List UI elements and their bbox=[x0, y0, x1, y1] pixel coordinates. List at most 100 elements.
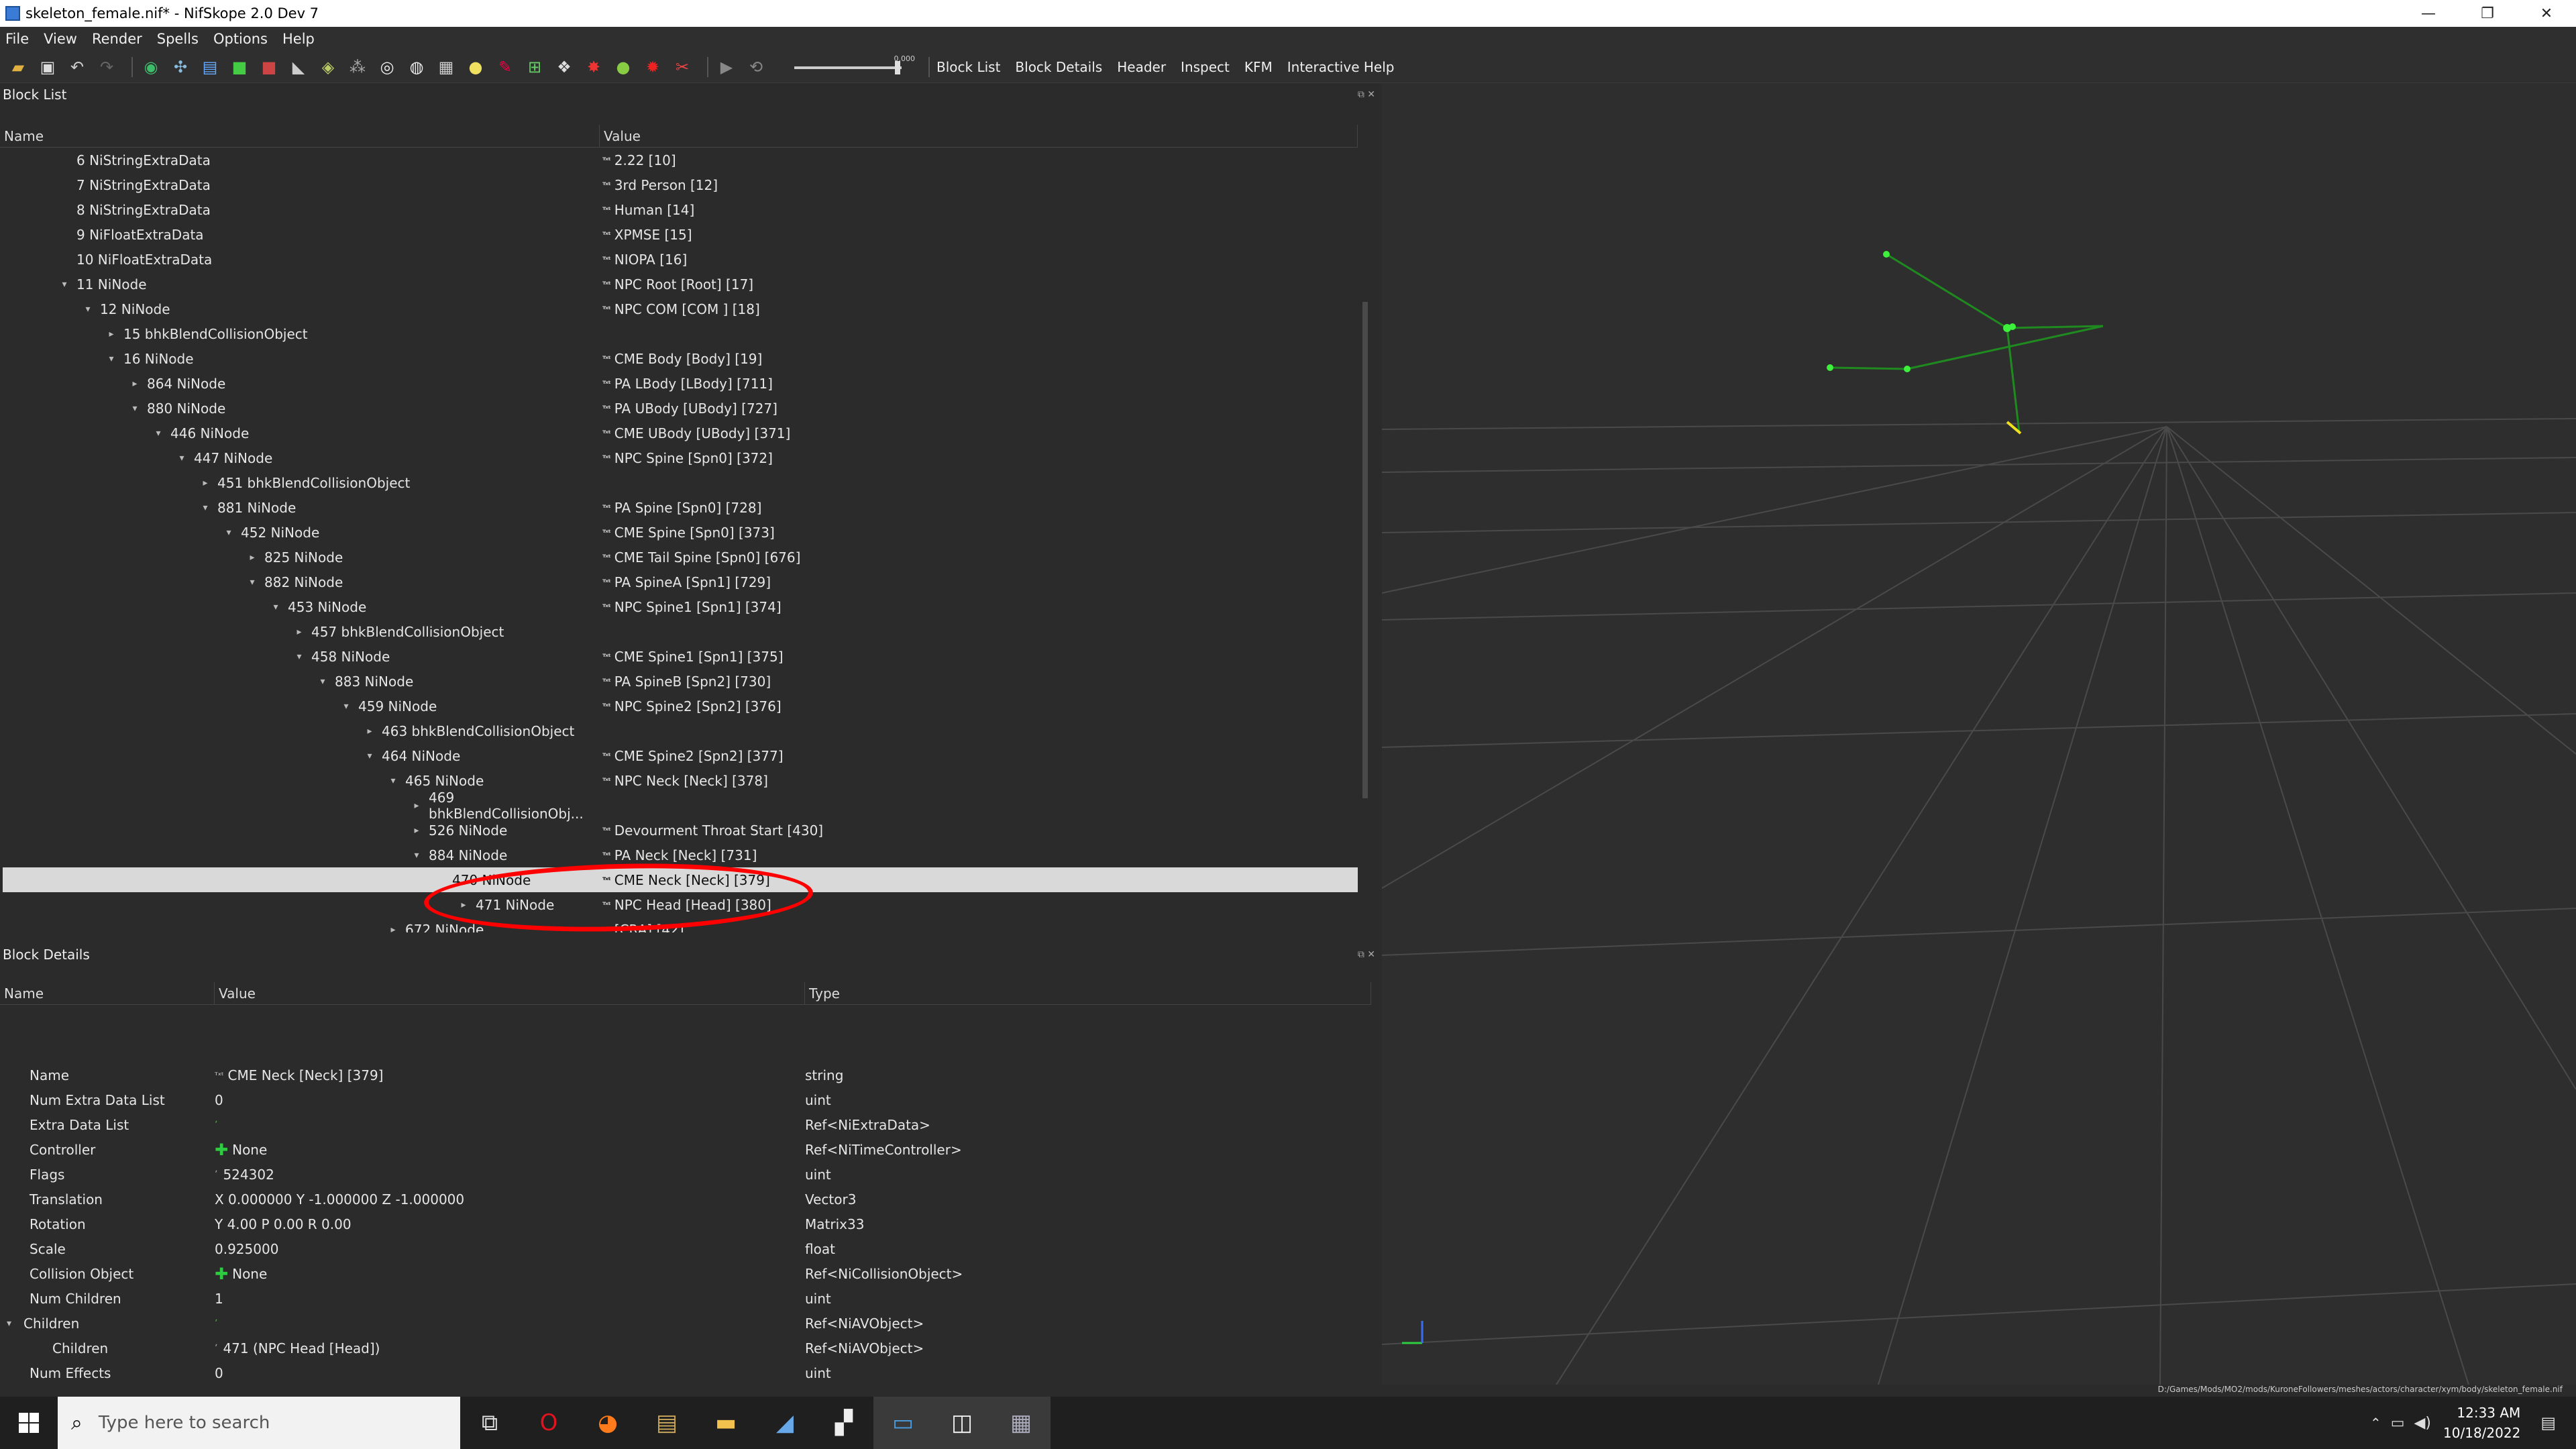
notifications-icon[interactable]: ▤ bbox=[2540, 1413, 2556, 1432]
play-icon[interactable]: ▶ bbox=[715, 56, 738, 78]
menu-file[interactable]: File bbox=[5, 31, 29, 47]
expand-arrow-icon[interactable]: ▸ bbox=[200, 478, 211, 488]
expand-arrow-icon[interactable]: ▸ bbox=[106, 329, 117, 339]
collapse-arrow-icon[interactable]: ▾ bbox=[247, 577, 258, 588]
block-list-row[interactable]: 7 NiStringExtraData ᵀˣᵗ 3rd Person [12] bbox=[3, 172, 1358, 197]
animation-time-slider[interactable]: 0.000 bbox=[794, 54, 915, 77]
scrollbar-thumb[interactable] bbox=[1362, 302, 1368, 798]
show-markers-icon[interactable]: ◍ bbox=[405, 56, 428, 78]
expand-arrow-icon[interactable]: ▸ bbox=[294, 627, 305, 637]
block-list-row[interactable]: 6 NiStringExtraData ᵀˣᵗ 2.22 [10] bbox=[3, 148, 1358, 172]
detail-row[interactable]: Rotation Y 4.00 P 0.00 R 0.00 Matrix33 bbox=[3, 1212, 1371, 1236]
select-object-icon[interactable]: ◉ bbox=[140, 56, 162, 78]
open-file-icon[interactable]: ▰ bbox=[7, 56, 30, 78]
show-nodes-icon[interactable]: ⁂ bbox=[346, 56, 369, 78]
collapse-arrow-icon[interactable]: ▾ bbox=[411, 850, 422, 861]
collapse-arrow-icon[interactable]: ▾ bbox=[341, 701, 352, 712]
block-list-row[interactable]: ▾ 458 NiNode ᵀˣᵗ CME Spine1 [Spn1] [375] bbox=[3, 644, 1358, 669]
nifskope-taskbar-icon[interactable]: ▦ bbox=[991, 1397, 1051, 1449]
block-list-row[interactable]: ▸ 526 NiNode ᵀˣᵗ Devourment Throat Start [4… bbox=[3, 818, 1358, 843]
header-toggle[interactable]: Header bbox=[1117, 59, 1166, 75]
specular-icon[interactable]: ✹ bbox=[641, 56, 664, 78]
detail-row[interactable]: Name ᵀˣᵗ CME Neck [Neck] [379] string bbox=[3, 1063, 1371, 1087]
menu-render[interactable]: Render bbox=[92, 31, 142, 47]
block-list-row[interactable]: ▸ 451 bhkBlendCollisionObject bbox=[3, 470, 1358, 495]
textures-icon[interactable]: ✸ bbox=[582, 56, 605, 78]
detail-value-cell[interactable]: 0.925000 bbox=[215, 1236, 805, 1261]
restore-button[interactable]: ❐ bbox=[2458, 0, 2517, 27]
block-list-row[interactable]: ▸ 825 NiNode ᵀˣᵗ CME Tail Spine [Spn0] [676… bbox=[3, 545, 1358, 570]
column-name[interactable]: Name bbox=[0, 982, 215, 1004]
block-list-row[interactable]: 8 NiStringExtraData ᵀˣᵗ Human [14] bbox=[3, 197, 1358, 222]
block-list-row[interactable]: ▾ 881 NiNode ᵀˣᵗ PA Spine [Spn0] [728] bbox=[3, 495, 1358, 520]
column-value[interactable]: Value bbox=[600, 125, 1358, 147]
axes-icon[interactable]: ⊞ bbox=[523, 56, 546, 78]
save-icon[interactable]: ▣ bbox=[36, 56, 59, 78]
view-perspective-icon[interactable]: ◈ bbox=[317, 56, 339, 78]
collapse-arrow-icon[interactable]: ▾ bbox=[7, 1318, 11, 1329]
vertex-colors-icon[interactable]: ● bbox=[612, 56, 635, 78]
block-list-row[interactable]: ▸ 469 bhkBlendCollisionObj... bbox=[3, 790, 1358, 822]
block-list-row[interactable]: ▾ 883 NiNode ᵀˣᵗ PA SpineB [Spn2] [730] bbox=[3, 669, 1358, 694]
detail-value-cell[interactable]: ʼ 524302 bbox=[215, 1162, 805, 1187]
interactive-help-toggle[interactable]: Interactive Help bbox=[1287, 59, 1395, 75]
app-icon[interactable]: ◫ bbox=[932, 1397, 991, 1449]
clock[interactable]: 12:33 AM 10/18/2022 bbox=[2443, 1403, 2520, 1443]
detail-value-cell[interactable]: ✚ None bbox=[215, 1137, 805, 1162]
detail-value-cell[interactable]: 0 bbox=[215, 1087, 805, 1112]
show-havok-icon[interactable]: ▦ bbox=[435, 56, 458, 78]
block-details-toggle[interactable]: Block Details bbox=[1015, 59, 1102, 75]
block-list-row[interactable]: ▾ 453 NiNode ᵀˣᵗ NPC Spine1 [Spn1] [374] bbox=[3, 594, 1358, 619]
dock-float-icon[interactable]: ⧉ ✕ bbox=[1358, 949, 1375, 960]
minimize-button[interactable]: — bbox=[2399, 0, 2458, 27]
expand-arrow-icon[interactable]: ▸ bbox=[388, 924, 398, 933]
select-vertex-icon[interactable]: ✣ bbox=[169, 56, 192, 78]
menu-spells[interactable]: Spells bbox=[157, 31, 199, 47]
clapper-icon[interactable]: ▞ bbox=[814, 1397, 873, 1449]
detail-row[interactable]: Num Extra Data List 0 uint bbox=[3, 1087, 1371, 1112]
expand-arrow-icon[interactable]: ▸ bbox=[411, 825, 422, 836]
block-list-row[interactable]: ▸ 864 NiNode ᵀˣᵗ PA LBody [LBody] [711] bbox=[3, 371, 1358, 396]
menu-options[interactable]: Options bbox=[213, 31, 268, 47]
block-list-row[interactable]: ▾ 882 NiNode ᵀˣᵗ PA SpineA [Spn1] [729] bbox=[3, 570, 1358, 594]
loop-icon[interactable]: ⟲ bbox=[745, 56, 767, 78]
column-value[interactable]: Value bbox=[215, 982, 805, 1004]
expand-arrow-icon[interactable]: ▸ bbox=[129, 378, 140, 389]
block-list-row[interactable]: ▾ 459 NiNode ᵀˣᵗ NPC Spine2 [Spn2] [376] bbox=[3, 694, 1358, 718]
menu-help[interactable]: Help bbox=[282, 31, 315, 47]
block-list-row[interactable]: ▾ 11 NiNode ᵀˣᵗ NPC Root [Root] [17] bbox=[3, 272, 1358, 297]
detail-value-cell[interactable]: ʼ bbox=[215, 1112, 805, 1137]
view-top-icon[interactable]: ▤ bbox=[199, 56, 221, 78]
expand-arrow-icon[interactable]: ▸ bbox=[411, 800, 422, 811]
collapse-arrow-icon[interactable]: ▾ bbox=[223, 527, 234, 538]
collapse-arrow-icon[interactable]: ▾ bbox=[83, 304, 93, 315]
skeleton-joints[interactable] bbox=[1827, 251, 2016, 372]
detail-row[interactable]: Collision Object ✚ None Ref<NiCollisionObje… bbox=[3, 1261, 1371, 1286]
view-side-icon[interactable]: ■ bbox=[258, 56, 280, 78]
firefox-icon[interactable]: ◕ bbox=[578, 1397, 637, 1449]
collapse-arrow-icon[interactable]: ▾ bbox=[59, 279, 70, 290]
expand-arrow-icon[interactable]: ▸ bbox=[247, 552, 258, 563]
notepad-icon[interactable]: ▤ bbox=[637, 1397, 696, 1449]
block-list-row[interactable]: ▾ 447 NiNode ᵀˣᵗ NPC Spine [Spn0] [372] bbox=[3, 445, 1358, 470]
redo-icon[interactable]: ↷ bbox=[95, 56, 118, 78]
opera-icon[interactable]: O bbox=[519, 1397, 578, 1449]
view-front-icon[interactable]: ■ bbox=[228, 56, 251, 78]
constraints-icon[interactable]: ❖ bbox=[553, 56, 576, 78]
collapse-arrow-icon[interactable]: ▾ bbox=[200, 502, 211, 513]
collapse-arrow-icon[interactable]: ▾ bbox=[176, 453, 187, 464]
detail-value-cell[interactable]: ʼ bbox=[215, 1311, 805, 1336]
mod-organizer-icon[interactable]: ▭ bbox=[873, 1397, 932, 1449]
detail-row[interactable]: ▾ Children ʼ Ref<NiAVObject> bbox=[3, 1311, 1371, 1336]
collapse-arrow-icon[interactable]: ▾ bbox=[364, 751, 375, 761]
network-icon[interactable]: ▭ bbox=[2391, 1415, 2405, 1432]
block-list-row[interactable]: ▾ 12 NiNode ᵀˣᵗ NPC COM [COM ] [18] bbox=[3, 297, 1358, 321]
undo-icon[interactable]: ↶ bbox=[66, 56, 89, 78]
detail-value-cell[interactable]: ᵀˣᵗ CME Neck [Neck] [379] bbox=[215, 1063, 805, 1087]
detail-row[interactable]: Children ʼ 471 (NPC Head [Head]) Ref<NiAVOb… bbox=[3, 1336, 1371, 1360]
menu-view[interactable]: View bbox=[44, 31, 77, 47]
dock-float-icon[interactable]: ⧉ ✕ bbox=[1358, 89, 1375, 100]
volume-icon[interactable]: ◀) bbox=[2414, 1415, 2432, 1432]
expand-arrow-icon[interactable]: ▸ bbox=[364, 726, 375, 737]
view-walk-icon[interactable]: ◣ bbox=[287, 56, 310, 78]
